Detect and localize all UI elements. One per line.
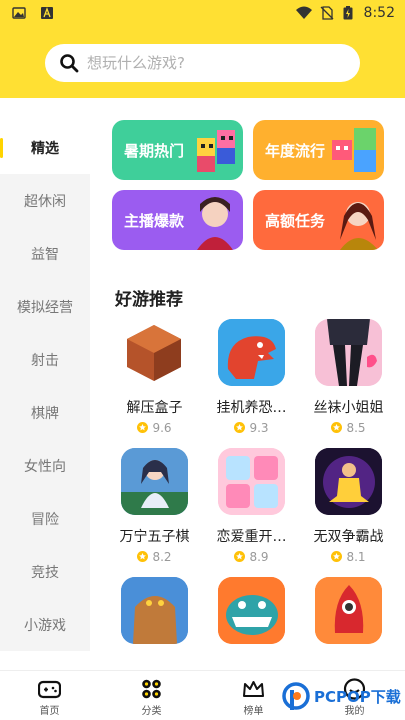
tab-label: 首页: [39, 706, 60, 717]
pink-tile-icon: [218, 448, 285, 515]
game-name: 挂机养恐…: [216, 400, 287, 416]
category-label: 主播爆款: [124, 212, 185, 230]
game-card[interactable]: 丝袜小姐姐 8.5: [301, 319, 396, 449]
red-rocket-icon: [315, 577, 382, 644]
search-input[interactable]: [87, 44, 347, 82]
image-icon: [12, 7, 26, 19]
pcpop-logo-icon: [282, 682, 310, 710]
watermark: PCPOP下载: [282, 680, 404, 714]
category-card-summer-hot[interactable]: 暑期热门: [112, 120, 243, 180]
sidebar-item-puzzle[interactable]: 益智: [0, 227, 90, 280]
category-card-high-rewards[interactable]: 高额任务: [253, 190, 384, 250]
star-icon: [234, 551, 246, 562]
tab-home[interactable]: 首页: [9, 671, 90, 720]
sidebar-item-casual[interactable]: 超休闲: [0, 174, 90, 227]
game-card[interactable]: 万宁五子棋 8.2: [107, 448, 202, 578]
sidebar-item-shooting[interactable]: 射击: [0, 333, 90, 386]
sidebar-item-female[interactable]: 女性向: [0, 439, 90, 492]
sidebar-item-simulation[interactable]: 模拟经营: [0, 280, 90, 333]
meditating-hero-icon: [315, 448, 382, 515]
clock: 8:52: [363, 5, 395, 21]
heroine-portrait-icon: [197, 197, 233, 250]
block-characters-icon: [332, 128, 376, 172]
category-label: 年度流行: [265, 142, 326, 160]
red-dinosaur-icon: [218, 319, 285, 386]
game-rating: 9.3: [204, 421, 299, 435]
game-rating: 8.5: [301, 421, 396, 435]
font-icon: [41, 7, 53, 19]
no-sim-icon: [320, 6, 334, 20]
crown-icon: [243, 681, 264, 697]
game-rating: 8.2: [107, 550, 202, 564]
wifi-icon: [296, 6, 312, 19]
game-name: 万宁五子棋: [119, 529, 190, 545]
sidebar-item-adventure[interactable]: 冒险: [0, 492, 90, 545]
status-bar: 8:52: [0, 0, 405, 28]
star-icon: [137, 551, 149, 562]
category-card-streamer-hits[interactable]: 主播爆款: [112, 190, 243, 250]
star-icon: [331, 551, 343, 562]
battery-charging-icon: [343, 6, 353, 20]
star-icon: [331, 422, 343, 433]
search-icon: [60, 54, 79, 73]
girl-legs-icon: [315, 319, 382, 386]
main-content: 暑期热门 年度流行 主播爆款 高额任务 好游推荐 解压盒子 9.6 挂机养恐… …: [98, 98, 405, 670]
brown-cube-icon: [121, 319, 188, 386]
fantasy-heroine-icon: [340, 202, 378, 250]
star-icon: [234, 422, 246, 433]
game-rating: 9.6: [107, 421, 202, 435]
game-card[interactable]: 无双争霸战 8.1: [301, 448, 396, 578]
warrior-girl-icon: [121, 448, 188, 515]
category-card-annual-popular[interactable]: 年度流行: [253, 120, 384, 180]
section-title: 好游推荐: [115, 290, 183, 310]
game-card[interactable]: 解压盒子 9.6: [107, 319, 202, 449]
orange-dinosaur-icon: [218, 577, 285, 644]
sidebar-item-featured[interactable]: 精选: [0, 121, 90, 174]
game-card[interactable]: 挂机养恐… 9.3: [204, 319, 299, 449]
game-name: 无双争霸战: [313, 529, 384, 545]
tab-category[interactable]: 分类: [111, 671, 192, 720]
stone-golem-icon: [121, 577, 188, 644]
search-bar[interactable]: [45, 44, 360, 82]
watermark-text: PCPOP下载: [314, 688, 401, 706]
game-name: 丝袜小姐姐: [313, 400, 384, 416]
sidebar-item-competitive[interactable]: 竞技: [0, 545, 90, 598]
sidebar-item-minigames[interactable]: 小游戏: [0, 598, 90, 651]
category-label: 暑期热门: [124, 142, 185, 160]
game-name: 恋爱重开…: [216, 529, 287, 545]
header: [0, 28, 405, 98]
game-rating: 8.1: [301, 550, 396, 564]
star-icon: [137, 422, 149, 433]
game-card[interactable]: [204, 577, 299, 670]
pixel-characters-icon: [197, 130, 235, 172]
category-label: 高额任务: [265, 212, 326, 230]
tab-label: 分类: [141, 706, 162, 717]
game-card[interactable]: [301, 577, 396, 670]
game-card[interactable]: 恋爱重开… 8.9: [204, 448, 299, 578]
category-sidebar: 精选 超休闲 益智 模拟经营 射击 棋牌 女性向 冒险 竞技 小游戏: [0, 98, 90, 670]
game-name: 解压盒子: [126, 400, 183, 416]
gamepad-icon: [38, 680, 61, 699]
sidebar-item-board-card[interactable]: 棋牌: [0, 386, 90, 439]
grid-icon: [142, 679, 161, 699]
game-card[interactable]: [107, 577, 202, 670]
game-rating: 8.9: [204, 550, 299, 564]
